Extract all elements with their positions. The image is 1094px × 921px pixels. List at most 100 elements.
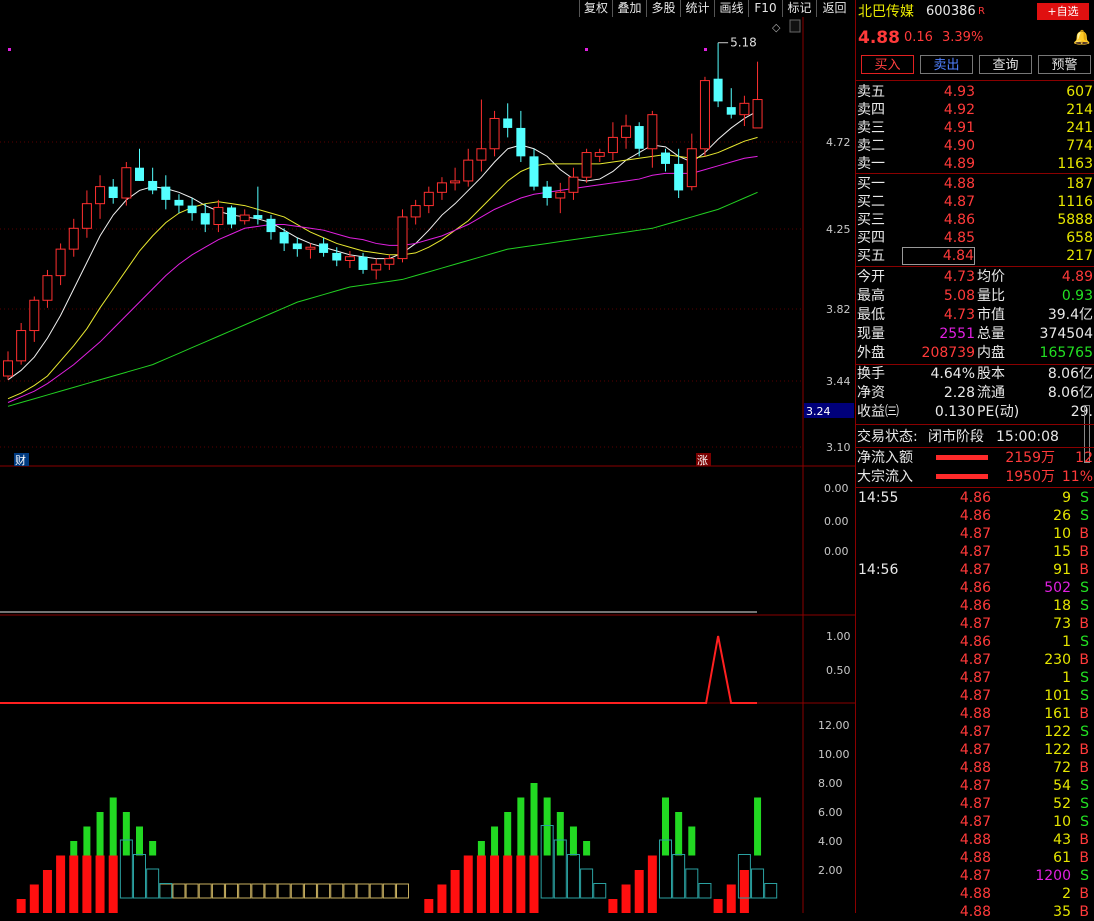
price-change: 0.16 — [904, 30, 933, 45]
candle — [542, 180, 552, 206]
candle-body — [607, 136, 618, 154]
candle-body — [371, 263, 382, 271]
panel4-flat-box — [185, 883, 199, 899]
tick-price: 4.86 — [959, 634, 991, 650]
panel2-tick-label: 0.00 — [824, 515, 849, 528]
panel4-green-bar — [662, 797, 669, 856]
candle — [3, 351, 13, 380]
buy-volume: 658 — [1066, 230, 1093, 246]
panel4-bar — [556, 812, 564, 856]
stat-value2: 4.89 — [1061, 269, 1093, 285]
tick-volume: 161 — [1044, 706, 1071, 722]
toolbar-button-6[interactable]: 标记 — [782, 0, 816, 17]
buy-level: 买五 4.84 217 — [856, 247, 1094, 265]
tick-row: 4.88 35 B — [856, 903, 1094, 921]
toolbar-button-7[interactable]: 返回 — [816, 0, 852, 17]
candle — [108, 179, 118, 204]
candle-body — [410, 205, 421, 218]
tick-volume: 26 — [1053, 508, 1071, 524]
candle — [148, 167, 158, 195]
panel4-red-bar — [16, 899, 26, 921]
stat-value2: 374504 — [1039, 326, 1093, 342]
tick-side: S — [1080, 670, 1089, 686]
tick-side: B — [1079, 904, 1089, 920]
panel4-flat-box — [159, 883, 173, 899]
toolbar-button-5[interactable]: F10 — [748, 0, 782, 17]
tick-side: B — [1079, 886, 1089, 902]
panel4-red-bar — [516, 855, 526, 921]
toolbar-button-4[interactable]: 画线 — [714, 0, 748, 17]
tick-row: 4.87 54 S — [856, 777, 1094, 795]
tick-volume: 9 — [1062, 490, 1071, 506]
tick-price: 4.86 — [959, 508, 991, 524]
candle — [713, 42, 723, 108]
signal-dot — [8, 48, 11, 51]
tick-row: 4.87 73 B — [856, 615, 1094, 633]
panel4-stair-box — [698, 883, 712, 899]
panel4-tick-label: 12.00 — [818, 719, 850, 732]
fund-flow: 净流入额 2159万 12 — [856, 449, 1094, 467]
diamond-icon[interactable]: ◇ — [772, 21, 781, 34]
candle — [213, 199, 224, 233]
panel4-flat-box — [264, 883, 278, 899]
panel4-stair-box — [751, 868, 765, 899]
panel4-tick-label: 10.00 — [818, 748, 850, 761]
candle-body — [42, 275, 53, 301]
stat-value2: 0.93 — [1061, 288, 1093, 304]
tick-row: 14:56 4.87 91 B — [856, 561, 1094, 579]
panel4-flat-box — [238, 883, 252, 899]
panel4-flat-box — [382, 883, 396, 899]
tick-volume: 101 — [1044, 688, 1071, 704]
sell-label: 卖二 — [857, 138, 885, 154]
panel4-flat-box — [396, 883, 409, 899]
action-button-0[interactable]: 买入 — [861, 55, 914, 74]
tick-row: 4.87 15 B — [856, 543, 1094, 561]
candle-body — [568, 176, 579, 193]
panel4-bar — [662, 797, 669, 856]
panel4-bar — [608, 899, 618, 921]
stat-value: 208739 — [921, 345, 975, 361]
candle — [410, 199, 421, 225]
tick-row: 4.87 52 S — [856, 795, 1094, 813]
panel4-flat-box — [343, 883, 357, 899]
toolbar-button-2[interactable]: 多股 — [646, 0, 680, 17]
toolbar-button-0[interactable]: 复权 — [579, 0, 612, 17]
add-favorite-button[interactable]: +自选 — [1037, 3, 1089, 20]
tick-price: 4.87 — [959, 688, 991, 704]
panel4-flat-box — [303, 883, 317, 899]
tick-row: 4.86 1 S — [856, 633, 1094, 651]
panel4-flat-box — [356, 883, 370, 899]
tick-volume: 18 — [1053, 598, 1071, 614]
candle — [752, 61, 763, 129]
tick-side: B — [1079, 760, 1089, 776]
candle-body — [68, 227, 79, 250]
tick-price: 4.87 — [959, 670, 991, 686]
action-button-1[interactable]: 卖出 — [920, 55, 973, 74]
action-button-3[interactable]: 预警 — [1038, 55, 1091, 74]
stat-label: 最低 — [857, 307, 885, 323]
panel-scroll-box[interactable] — [789, 19, 801, 33]
candle-body — [239, 214, 250, 222]
trade-status-time: 15:00:08 — [996, 429, 1059, 445]
candle-body — [253, 215, 263, 219]
candle-body — [621, 125, 632, 138]
candle-body — [332, 252, 342, 261]
candle-body — [319, 243, 329, 253]
panel4-red-bar — [42, 870, 52, 921]
toolbar-button-3[interactable]: 统计 — [680, 0, 714, 17]
panel4-bar — [675, 812, 683, 856]
tick-row: 4.86 18 S — [856, 597, 1094, 615]
tick-row: 4.87 122 S — [856, 723, 1094, 741]
panel4-bar — [16, 899, 26, 921]
candle-body — [187, 205, 197, 214]
action-button-2[interactable]: 查询 — [979, 55, 1032, 74]
toolbar-button-1[interactable]: 叠加 — [612, 0, 646, 17]
chart-area[interactable]: ◇ 4.72 4.25 3.82 3.44 3.10 3.24 5.18 财 涨 0.00 0.00 0… — [0, 0, 855, 921]
candle — [661, 148, 670, 172]
tick-price: 4.88 — [959, 706, 991, 722]
kline-chart[interactable]: ◇ 4.72 4.25 3.82 3.44 3.10 3.24 5.18 财 涨 0.00 0.00 0… — [0, 0, 855, 921]
buy-label: 买三 — [857, 212, 885, 228]
candle-body — [148, 180, 158, 191]
tick-row: 4.88 72 B — [856, 759, 1094, 777]
stat-label: 现量 — [857, 326, 885, 342]
